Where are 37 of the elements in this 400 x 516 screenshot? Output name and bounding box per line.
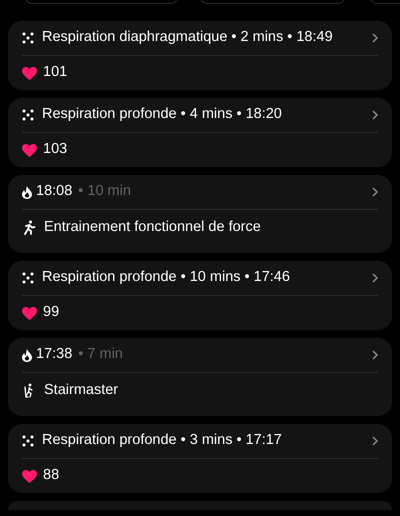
session-title: Respiration profonde • 10 mins • 17:46 — [42, 268, 290, 288]
heart-rate-value: 101 — [43, 63, 68, 82]
chevron-right-icon — [372, 436, 378, 446]
entry-card[interactable]: Respiration profonde • 3 mins • 17:17 88 — [8, 424, 392, 493]
session-title: Respiration profonde • 3 mins • 17:17 — [42, 431, 282, 450]
chevron-right-icon — [372, 110, 378, 120]
activity-name: Entrainement fonctionnel de force — [44, 218, 261, 237]
heart-rate-value: 99 — [43, 303, 60, 322]
chevron-right-icon — [372, 187, 378, 197]
heart-icon — [22, 306, 37, 320]
running-figure-icon — [22, 220, 36, 235]
entry-card[interactable]: 18:08 • 10 min Entrainement fonctionnel de force — [8, 175, 392, 253]
flame-icon — [22, 186, 32, 198]
chevron-right-icon — [372, 350, 378, 360]
heart-icon — [22, 470, 37, 482]
activity-name: Stairmaster — [44, 380, 118, 400]
session-title: Respiration profonde • 4 mins • 18:20 — [42, 105, 282, 124]
chevron-right-icon — [372, 273, 378, 283]
chevron-right-icon — [372, 33, 378, 43]
workout-time: 18:08 — [36, 182, 72, 202]
workout-time: 17:38 — [36, 345, 72, 364]
entry-card[interactable]: Respiration profonde • 10 mins • 17:46 99 — [8, 261, 392, 330]
heart-icon — [22, 66, 37, 80]
workout-duration: • 7 min — [78, 345, 123, 364]
heart-rate-value: 88 — [43, 466, 60, 486]
breathing-dots-icon — [22, 109, 34, 121]
heart-icon — [22, 144, 37, 156]
breathing-dots-icon — [22, 435, 34, 447]
session-title: Respiration diaphragmatique • 2 mins • 18:49 — [42, 28, 333, 48]
entry-card[interactable]: Respiration diaphragmatique • 2 mins • 18:49 101 — [8, 21, 392, 90]
breathing-dots-icon — [22, 32, 34, 44]
entry-card[interactable]: 17:38 • 7 min Stairmaster — [8, 338, 392, 416]
heart-rate-value: 103 — [43, 140, 68, 160]
flame-icon — [22, 348, 32, 362]
entry-card[interactable]: Respiration profonde • 4 mins • 18:20 103 — [8, 98, 392, 167]
breathing-dots-icon — [22, 272, 34, 284]
workout-duration: • 10 min — [78, 182, 131, 202]
